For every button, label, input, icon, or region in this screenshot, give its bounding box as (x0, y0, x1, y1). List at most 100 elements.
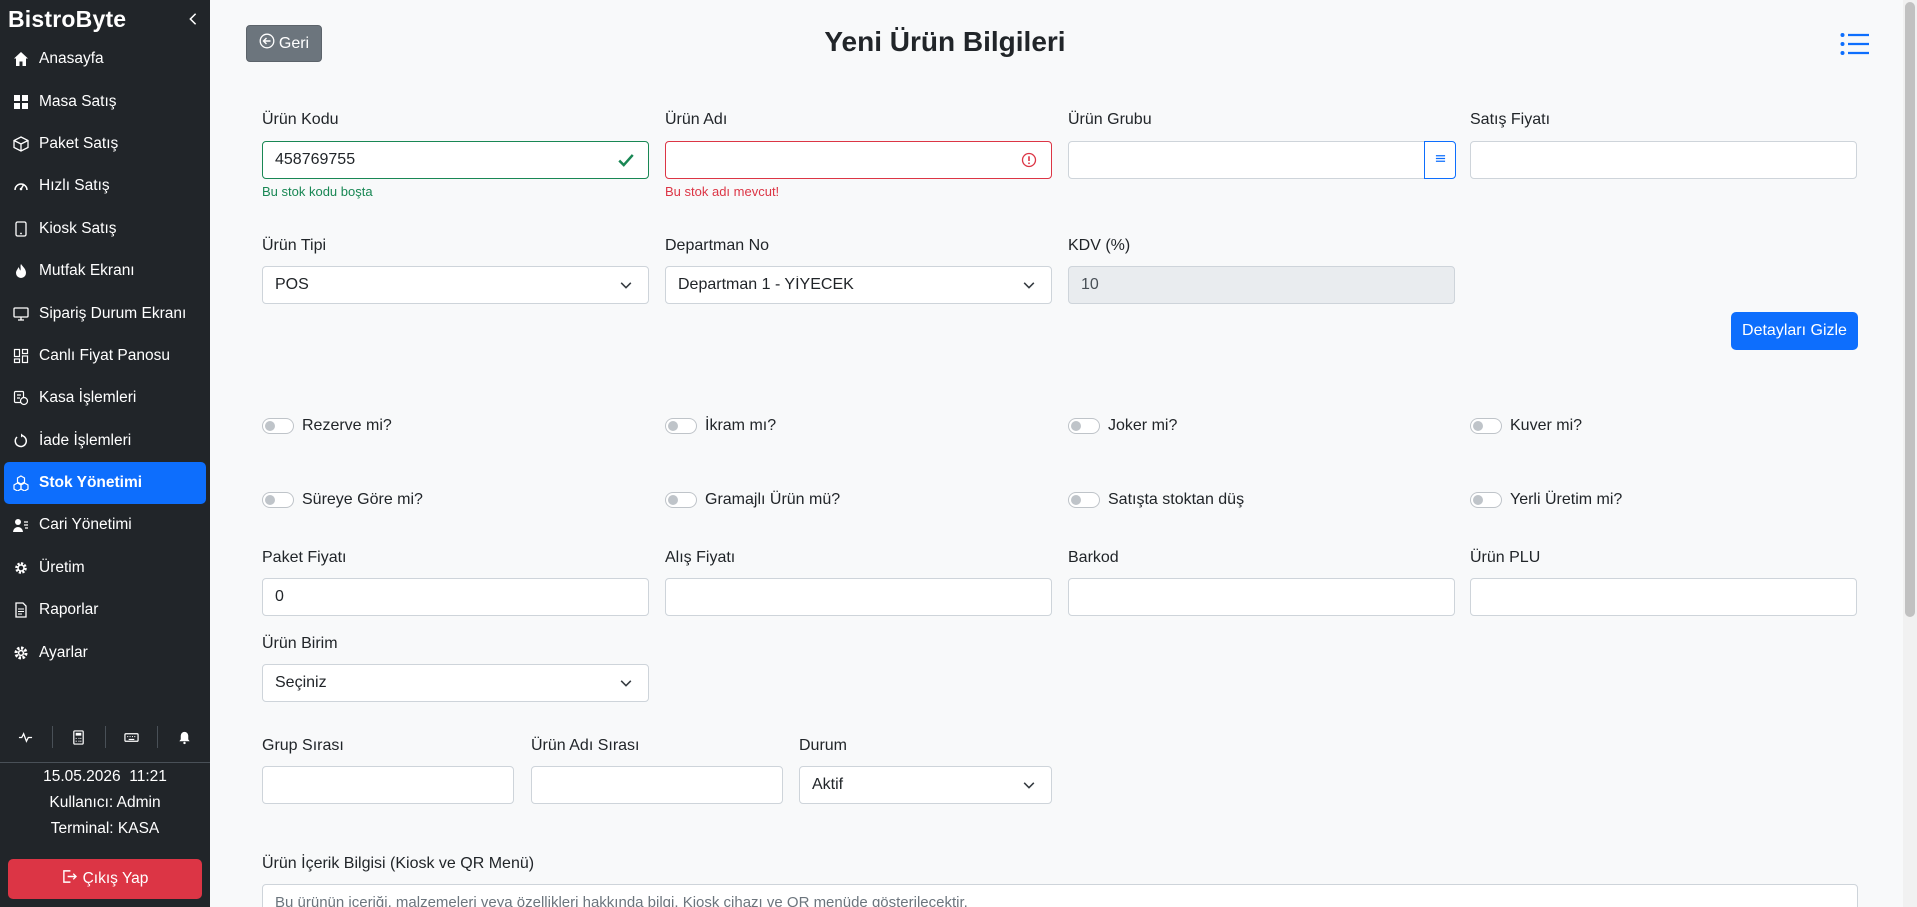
satis-fiyati-input[interactable] (1470, 141, 1857, 179)
satista-stoktan-dus-switch[interactable]: Satışta stoktan düş (1068, 491, 1244, 509)
durum-select[interactable]: Aktif (799, 766, 1052, 804)
urun-plu-input[interactable] (1470, 578, 1857, 616)
grup-sirasi-input[interactable] (262, 766, 514, 804)
sidebar-item-cari-yonetimi[interactable]: Cari Yönetimi (4, 504, 206, 546)
toggle-track (262, 492, 294, 508)
sidebar-item-anasayfa[interactable]: Anasayfa (4, 38, 206, 80)
rezerve-switch[interactable]: Rezerve mi? (262, 417, 392, 435)
urun-kodu-input[interactable]: 458769755 (262, 141, 649, 179)
settings-gear-icon (12, 644, 30, 662)
sidebar-item-label: Raporlar (39, 601, 99, 619)
satista-stoktan-dus-label: Satışta stoktan düş (1108, 491, 1245, 508)
list-icon[interactable] (1838, 30, 1872, 58)
urun-kodu-label: Ürün Kodu (262, 111, 339, 128)
session-info: 15.05.2026 11:21 Kullanıcı: Admin Termin… (0, 762, 210, 842)
grid-icon (12, 93, 30, 111)
calculator-icon[interactable] (53, 726, 106, 748)
yerli-uretim-label: Yerli Üretim mi? (1510, 491, 1623, 508)
sidebar-tools (0, 720, 210, 754)
sidebar-item-label: Sipariş Durum Ekranı (39, 304, 187, 322)
urun-adi-sirasi-input[interactable] (531, 766, 783, 804)
urun-tipi-label: Ürün Tipi (262, 237, 327, 254)
rezerve-label: Rezerve mi? (302, 417, 392, 434)
sidebar-item-siparis-durum-ekrani[interactable]: Sipariş Durum Ekranı (4, 292, 206, 334)
page-title: Yeni Ürün Bilgileri (824, 26, 1066, 57)
fire-icon (12, 262, 30, 280)
departman-no-select[interactable]: Departman 1 - YİYECEK (665, 266, 1052, 304)
sidebar-nav: Anasayfa Masa Satış Paket Satış Hızlı Sa… (0, 38, 210, 674)
boxes-icon (12, 474, 30, 492)
sidebar-item-ayarlar[interactable]: Ayarlar (4, 631, 206, 673)
brand-title: BistroByte (8, 5, 127, 32)
sidebar-item-masa-satis[interactable]: Masa Satış (4, 80, 206, 122)
sidebar-item-uretim[interactable]: Üretim (4, 547, 206, 589)
gramajli-switch[interactable]: Gramajlı Ürün mü? (665, 491, 840, 509)
kuver-label: Kuver mi? (1510, 417, 1583, 434)
collapse-sidebar-icon[interactable] (184, 10, 202, 28)
sidebar-item-label: Üretim (39, 558, 85, 576)
urun-grubu-select-button[interactable] (1424, 141, 1456, 179)
ikram-switch[interactable]: İkram mı? (665, 417, 776, 435)
urun-adi-input[interactable] (665, 141, 1052, 179)
sidebar-item-stok-yonetimi[interactable]: Stok Yönetimi (4, 461, 206, 505)
sidebar-item-kasa-islemleri[interactable]: Kasa İşlemleri (4, 377, 206, 419)
hide-details-button[interactable]: Detayları Gizle (1731, 312, 1858, 350)
bell-icon[interactable] (158, 726, 210, 748)
brand-bar: BistroByte (0, 0, 210, 38)
activity-icon[interactable] (0, 726, 53, 748)
sidebar-item-label: Canlı Fiyat Panosu (39, 346, 170, 364)
check-icon (616, 150, 636, 170)
kuver-switch[interactable]: Kuver mi? (1470, 417, 1582, 435)
speedometer-icon (12, 177, 30, 195)
urun-kodu-value: 458769755 (275, 151, 356, 168)
sidebar-item-label: Paket Satış (39, 134, 119, 152)
sidebar-item-hizli-satis[interactable]: Hızlı Satış (4, 165, 206, 207)
toggle-track (262, 418, 294, 434)
sidebar-item-canli-fiyat-panosu[interactable]: Canlı Fiyat Panosu (4, 335, 206, 377)
sidebar-item-label: Cari Yönetimi (39, 516, 132, 534)
sidebar-item-label: İade İşlemleri (39, 431, 132, 449)
tablet-icon (12, 220, 30, 238)
sureye-gore-switch[interactable]: Süreye Göre mi? (262, 491, 423, 509)
sidebar-item-label: Ayarlar (39, 643, 88, 661)
page-scrollbar[interactable] (1903, 0, 1917, 907)
keyboard-icon[interactable] (106, 726, 159, 748)
user-text: Kullanıcı: Admin (49, 794, 161, 811)
satis-fiyati-label: Satış Fiyatı (1470, 111, 1551, 128)
monitor-icon (12, 305, 30, 323)
sidebar-item-kiosk-satis[interactable]: Kiosk Satış (4, 208, 206, 250)
joker-label: Joker mi? (1108, 417, 1178, 434)
logout-label: Çıkış Yap (82, 870, 149, 887)
joker-switch[interactable]: Joker mi? (1068, 417, 1177, 435)
toggle-track (1068, 418, 1100, 434)
urun-grubu-input[interactable] (1068, 141, 1425, 179)
urun-birim-label: Ürün Birim (262, 635, 338, 652)
chevron-down-icon (616, 275, 636, 295)
urun-tipi-select[interactable]: POS (262, 266, 649, 304)
toggle-track (1068, 492, 1100, 508)
cash-register-icon (12, 389, 30, 407)
sidebar-item-label: Kasa İşlemleri (39, 389, 137, 407)
main-content: Geri Yeni Ürün Bilgileri Ürün Kodu 45876… (210, 0, 1917, 907)
alis-fiyati-input[interactable] (665, 578, 1052, 616)
urun-birim-select[interactable]: Seçiniz (262, 664, 649, 702)
departman-no-label: Departman No (665, 237, 770, 254)
chevron-down-icon (1019, 275, 1039, 295)
icerik-textarea[interactable]: Bu ürünün içeriği, malzemeleri veya özel… (262, 884, 1858, 907)
sidebar-item-paket-satis[interactable]: Paket Satış (4, 123, 206, 165)
refund-icon (12, 432, 30, 450)
durum-value: Aktif (812, 776, 844, 793)
scrollbar-thumb[interactable] (1905, 2, 1915, 617)
paket-fiyati-input[interactable]: 0 (262, 578, 649, 616)
logout-button[interactable]: Çıkış Yap (8, 859, 202, 899)
toggle-track (1470, 418, 1502, 434)
sidebar-item-iade-islemleri[interactable]: İade İşlemleri (4, 420, 206, 462)
yerli-uretim-switch[interactable]: Yerli Üretim mi? (1470, 491, 1622, 509)
person-lines-icon (12, 516, 30, 534)
sidebar-item-mutfak-ekrani[interactable]: Mutfak Ekranı (4, 250, 206, 292)
sidebar-item-raporlar[interactable]: Raporlar (4, 589, 206, 631)
error-circle-icon (1019, 150, 1039, 170)
barkod-input[interactable] (1068, 578, 1455, 616)
urun-tipi-value: POS (275, 276, 309, 293)
sureye-gore-label: Süreye Göre mi? (302, 491, 423, 508)
